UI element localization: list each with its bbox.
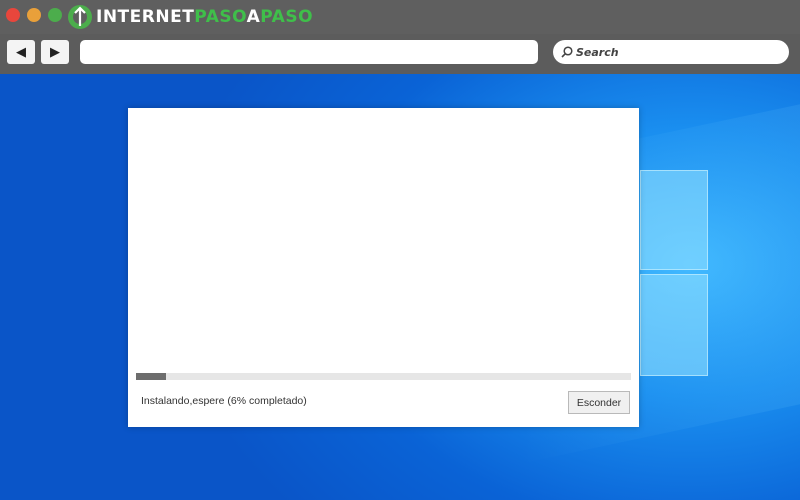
logo-text-paso: PASO	[194, 7, 247, 27]
address-bar[interactable]	[80, 40, 538, 64]
site-logo: INTERNETPASOAPASO	[68, 4, 313, 30]
logo-text-a: A	[246, 7, 261, 27]
progress-fill	[136, 373, 166, 380]
maximize-window-button[interactable]	[48, 8, 62, 22]
navigation-bar: ◀ ▶ Search	[0, 34, 800, 74]
logo-text-internet: INTERNET	[96, 7, 195, 27]
logo-icon	[68, 5, 92, 29]
back-button[interactable]: ◀	[7, 40, 35, 64]
hide-button[interactable]: Esconder	[568, 391, 630, 414]
forward-button[interactable]: ▶	[41, 40, 69, 64]
back-arrow-icon: ◀	[16, 44, 26, 60]
close-window-button[interactable]	[6, 8, 20, 22]
logo-text-paso-2: PASO	[260, 7, 314, 27]
progress-bar	[136, 373, 631, 380]
browser-chrome: INTERNETPASOAPASO ◀ ▶ Search	[0, 0, 800, 74]
title-bar: INTERNETPASOAPASO	[0, 0, 800, 34]
minimize-window-button[interactable]	[27, 8, 41, 22]
logo-text: INTERNETPASOAPASO	[96, 7, 313, 27]
search-icon	[561, 46, 573, 58]
search-input[interactable]: Search	[553, 40, 789, 64]
forward-arrow-icon: ▶	[50, 44, 60, 60]
windows-logo-pane-top	[640, 170, 708, 270]
install-status-text: Instalando,espere (6% completado)	[141, 395, 307, 407]
windows-logo-pane-bottom	[640, 274, 708, 376]
installer-window: Instalando,espere (6% completado) Escond…	[128, 108, 639, 427]
search-placeholder: Search	[576, 45, 619, 59]
